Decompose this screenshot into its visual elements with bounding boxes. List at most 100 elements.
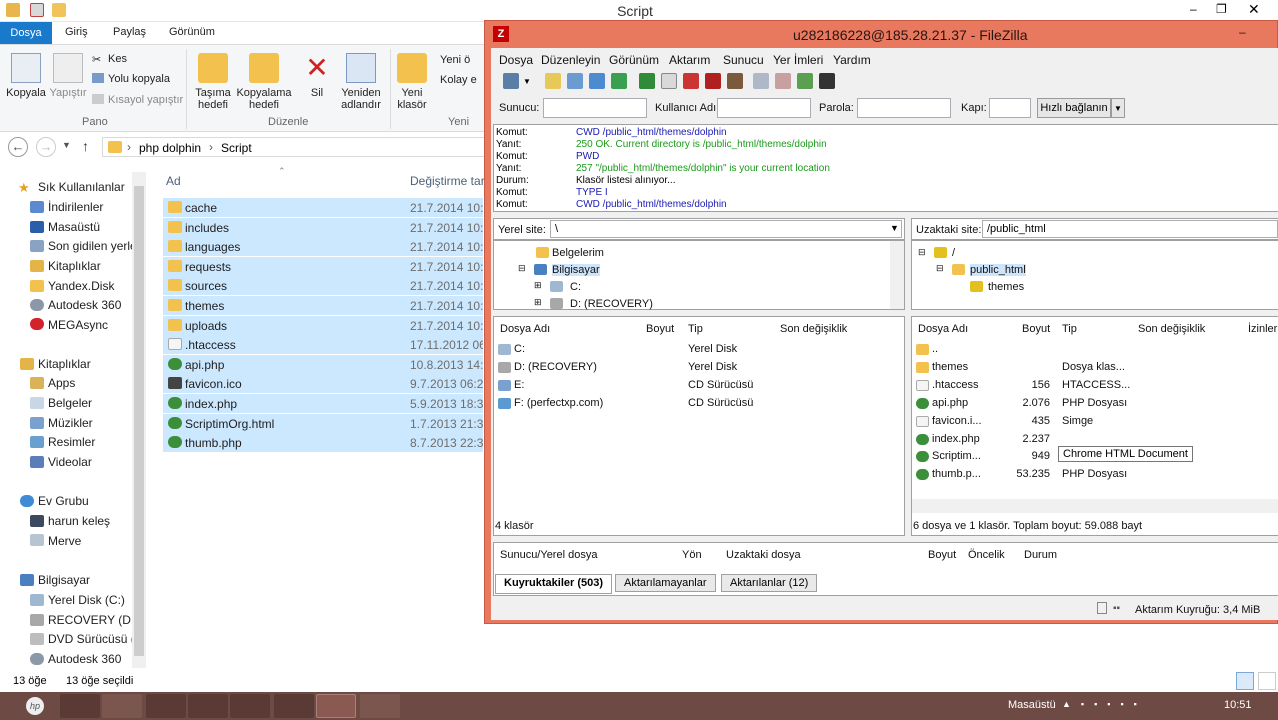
user-input[interactable] (717, 98, 811, 118)
nav-autodesk-360-comp[interactable]: Autodesk 360 (48, 652, 121, 666)
file-row[interactable]: index.php 5.9.2013 18:37 (163, 394, 483, 413)
large-icons-view-icon[interactable] (1258, 672, 1276, 690)
quickconnect-dropdown[interactable]: ▼ (1111, 98, 1125, 118)
directory-listing-icon[interactable] (753, 73, 769, 89)
explorer-taskbar-icon[interactable] (146, 694, 186, 718)
remote-col-modified[interactable]: Son değişiklik (1138, 323, 1205, 335)
nav-scrollbar[interactable] (132, 172, 146, 668)
cut-button[interactable]: Kes (108, 53, 127, 65)
properties-icon[interactable] (30, 3, 44, 17)
new-item-button[interactable]: Yeni ö (440, 54, 470, 66)
copy-button[interactable]: Kopyala (4, 53, 48, 99)
menu-file[interactable]: Dosya (499, 53, 533, 67)
paste-button[interactable]: Yapıştır (48, 53, 88, 99)
back-button[interactable]: ← (8, 137, 28, 157)
recent-dropdown-icon[interactable]: ▼ (62, 140, 71, 150)
folder-taskbar-icon[interactable] (360, 694, 400, 718)
expand-icon[interactable]: ⊞ (534, 280, 542, 291)
details-view-icon[interactable] (1236, 672, 1254, 690)
nav-user-merve[interactable]: Merve (48, 534, 81, 548)
message-log-icon[interactable] (545, 73, 561, 89)
nav-downloads[interactable]: İndirilenler (48, 200, 103, 214)
tab-queued[interactable]: Kuyruktakiler (503) (495, 574, 613, 594)
local-col-type[interactable]: Tip (688, 323, 703, 335)
host-input[interactable] (543, 98, 647, 118)
nav-videos[interactable]: Videolar (48, 455, 92, 469)
local-site-input[interactable]: \ (550, 220, 902, 238)
cancel-icon[interactable] (683, 73, 699, 89)
c-app-icon[interactable] (274, 694, 314, 718)
message-log[interactable]: Komut: CWD /public_html/themes/dolphin Yan… (493, 124, 1278, 212)
chevron-down-icon[interactable]: ▼ (890, 223, 899, 233)
rename-button[interactable]: Yeniden adlandır (338, 53, 384, 111)
remote-file-name[interactable]: thumb.p... (932, 468, 981, 480)
tree-root[interactable]: / (952, 247, 955, 259)
tree-public-html[interactable]: public_html (970, 264, 1026, 276)
up-button[interactable]: ↑ (82, 138, 89, 154)
menu-bookmarks[interactable]: Yer İmleri (773, 53, 823, 67)
tab-successful[interactable]: Aktarılanlar (12) (721, 574, 818, 592)
tree-computer[interactable]: Bilgisayar (552, 264, 600, 276)
queue-col-size[interactable]: Boyut (928, 549, 956, 561)
remote-tree-icon[interactable] (589, 73, 605, 89)
nav-pictures[interactable]: Resimler (48, 435, 95, 449)
file-row[interactable]: favicon.ico 9.7.2013 06:28 (163, 374, 483, 394)
column-header-modified[interactable]: Değiştirme tari (410, 174, 487, 188)
remote-file-name[interactable]: api.php (932, 397, 968, 409)
local-col-name[interactable]: Dosya Adı (500, 323, 550, 335)
remote-file-name[interactable]: index.php (932, 433, 980, 445)
collapse-icon[interactable]: ⊟ (936, 263, 944, 274)
nav-recent-places[interactable]: Son gidilen yerler (48, 239, 132, 253)
forward-button[interactable]: → (36, 137, 56, 157)
file-row[interactable]: api.php 10.8.2013 14:15 (163, 354, 483, 374)
nav-libraries-fav[interactable]: Kitaplıklar (48, 259, 101, 273)
file-row[interactable]: uploads 21.7.2014 10:43 (163, 315, 483, 335)
nav-apps[interactable]: Apps (48, 376, 75, 390)
menu-edit[interactable]: Düzenleyin (541, 53, 600, 67)
tray-icons[interactable]: ▲▪▪▪▪▪ (1062, 699, 1147, 709)
nav-favorites[interactable]: Sık Kullanılanlar (38, 180, 125, 194)
queue-col-file[interactable]: Sunucu/Yerel dosya (500, 549, 597, 561)
restore-icon[interactable]: ❐ (1216, 2, 1227, 16)
remote-file-name[interactable]: .. (932, 343, 938, 355)
search-icon[interactable] (819, 73, 835, 89)
nav-yandex-disk[interactable]: Yandex.Disk (48, 279, 114, 293)
menu-transfer[interactable]: Aktarım (669, 53, 710, 67)
tree-d-drive[interactable]: D: (RECOVERY) (570, 298, 653, 310)
local-col-modified[interactable]: Son değişiklik (780, 323, 847, 335)
menu-server[interactable]: Sunucu (723, 53, 764, 67)
tree-themes[interactable]: themes (988, 281, 1024, 293)
process-queue-icon[interactable] (661, 73, 677, 89)
local-col-size[interactable]: Boyut (646, 323, 674, 335)
refresh-icon[interactable] (639, 73, 655, 89)
file-row[interactable]: thumb.php 8.7.2013 22:33 (163, 433, 483, 453)
nav-documents[interactable]: Belgeler (48, 396, 92, 410)
file-row[interactable]: cache 21.7.2014 10:43 (163, 198, 483, 217)
breadcrumb-php-dolphin[interactable]: php dolphin (139, 141, 201, 155)
site-manager-icon[interactable] (503, 73, 519, 89)
taskbar-app-icon[interactable] (60, 694, 100, 718)
file-row[interactable]: ScriptimOrg.html 1.7.2013 21:33 (163, 413, 483, 433)
local-file-name[interactable]: F: (perfectxp.com) (514, 397, 603, 409)
remote-col-name[interactable]: Dosya Adı (918, 323, 968, 335)
disconnect-icon[interactable] (705, 73, 721, 89)
address-box[interactable]: › php dolphin › Script (102, 137, 492, 157)
nav-dvd-drive[interactable]: DVD Sürücüsü (F (48, 632, 132, 646)
desktop-toolbar[interactable]: Masaüstü (1008, 699, 1056, 711)
file-row[interactable]: requests 21.7.2014 10:43 (163, 256, 483, 276)
paste-shortcut-button[interactable]: Kısayol yapıştır (108, 94, 183, 106)
delete-button[interactable]: ✕ Sil (300, 53, 334, 100)
menu-view[interactable]: Görünüm (609, 53, 659, 67)
tab-file[interactable]: Dosya (0, 22, 52, 44)
new-folder-button[interactable]: Yeni klasör (394, 53, 430, 111)
queue-col-remote[interactable]: Uzaktaki dosya (726, 549, 801, 561)
remote-file-name[interactable]: .htaccess (932, 379, 978, 391)
local-tree-icon[interactable] (567, 73, 583, 89)
remote-file-name[interactable]: themes (932, 361, 968, 373)
remote-site-input[interactable]: /public_html (982, 220, 1278, 238)
port-input[interactable] (989, 98, 1031, 118)
transfer-queue-icon[interactable] (611, 73, 627, 89)
nav-local-disk-c[interactable]: Yerel Disk (C:) (48, 593, 125, 607)
local-file-name[interactable]: D: (RECOVERY) (514, 361, 597, 373)
move-to-button[interactable]: Taşıma hedefi (192, 53, 234, 111)
